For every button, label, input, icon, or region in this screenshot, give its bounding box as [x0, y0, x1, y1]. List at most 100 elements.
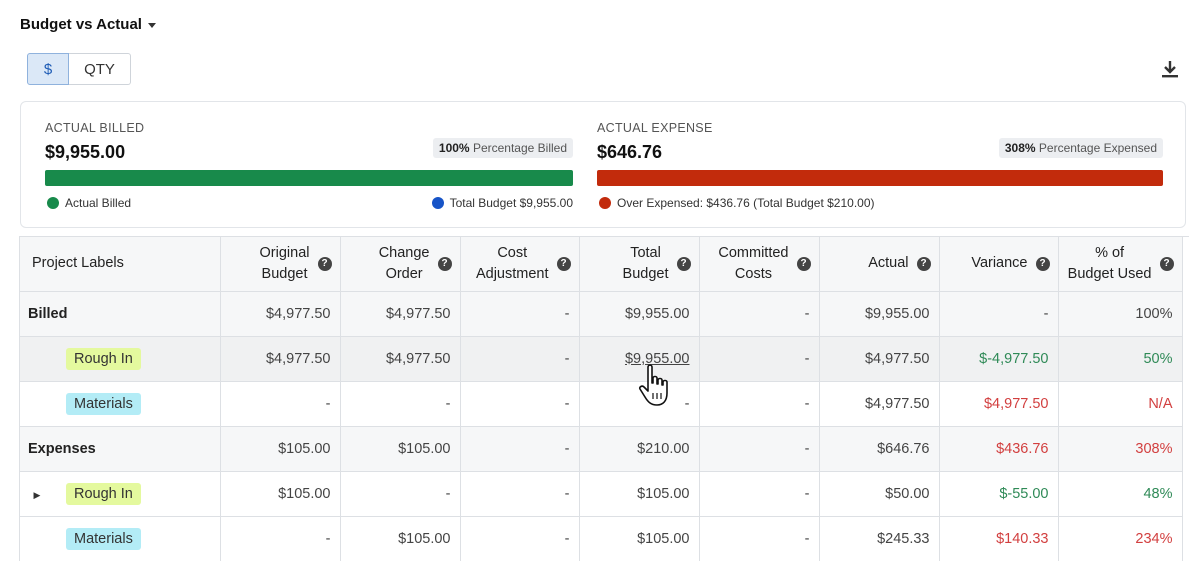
cell-value: $105.00: [637, 530, 690, 547]
table-cell: 234%: [1058, 516, 1183, 561]
cell-value: 234%: [1135, 530, 1173, 547]
billed-legend-actual: Actual Billed: [47, 196, 131, 210]
cell-value: 50%: [1143, 350, 1173, 367]
legend-dot: [47, 197, 59, 209]
column-header: Variance?: [939, 237, 1059, 292]
cell-value: -: [564, 305, 570, 322]
label-tag: Rough In: [66, 347, 141, 370]
budget-table-container[interactable]: Project Labels Original Budget? Change Order…: [19, 236, 1189, 561]
help-icon[interactable]: ?: [796, 256, 811, 271]
dollar-toggle-button[interactable]: $: [27, 53, 69, 85]
table-cell: -: [699, 381, 820, 427]
table-cell: $105.00: [340, 516, 461, 561]
table-cell: -: [939, 291, 1059, 337]
table-cell: -: [699, 426, 820, 472]
table-cell: -: [460, 381, 580, 427]
total-budget-link[interactable]: $9,955.00: [625, 351, 690, 367]
cell-value: $646.76: [877, 440, 930, 457]
table-cell: 308%: [1058, 426, 1183, 472]
table-cell: $210.00: [579, 426, 700, 472]
help-icon[interactable]: ?: [437, 256, 452, 271]
group-label: Billed: [28, 305, 68, 322]
expense-value: $646.76: [597, 142, 663, 162]
table-cell: -: [460, 291, 580, 337]
table-group-row[interactable]: Expenses $105.00 $105.00 - $210.00 - $646.76 $4…: [20, 426, 1183, 472]
help-icon[interactable]: ?: [1159, 256, 1174, 271]
expand-row-icon[interactable]: ▶: [20, 490, 56, 501]
cell-value: -: [325, 395, 331, 412]
table-cell: $-4,977.50: [939, 336, 1059, 382]
table-row[interactable]: ▶ Rough In $105.00 - - $105.00 - $50.00 $-55.00 4…: [20, 471, 1183, 517]
billed-label: ACTUAL BILLED: [45, 121, 145, 135]
table-cell: -: [699, 336, 820, 382]
help-icon[interactable]: ?: [1035, 256, 1050, 271]
qty-toggle-button[interactable]: QTY: [69, 53, 131, 85]
row-label-cell: Materials: [20, 516, 221, 561]
help-icon[interactable]: ?: [317, 256, 332, 271]
table-cell: -: [699, 291, 820, 337]
cell-value: $-4,977.50: [979, 350, 1049, 367]
help-icon[interactable]: ?: [916, 256, 931, 271]
table-cell: $436.76: [939, 426, 1059, 472]
table-cell: $9,955.00: [579, 291, 700, 337]
table-cell: -: [340, 471, 461, 517]
cell-value: N/A: [1148, 395, 1173, 412]
expense-progress-fill: [597, 170, 1163, 186]
view-selector-dropdown[interactable]: Budget vs Actual: [20, 16, 156, 33]
column-header: Original Budget?: [220, 237, 341, 292]
table-cell: $4,977.50: [340, 291, 461, 337]
cell-value: -: [325, 530, 331, 547]
cell-value: -: [804, 485, 810, 502]
help-icon[interactable]: ?: [556, 256, 571, 271]
table-cell: $4,977.50: [220, 336, 341, 382]
cell-value: $9,955.00: [864, 305, 930, 322]
column-header-label: % of Budget Used: [1067, 244, 1152, 282]
label-tag: Materials: [66, 392, 141, 415]
help-icon[interactable]: ?: [676, 256, 691, 271]
cell-value: $105.00: [398, 530, 451, 547]
cell-value: $105.00: [278, 485, 331, 502]
table-group-row[interactable]: Billed $4,977.50 $4,977.50 - $9,955.00 - $9,95…: [20, 291, 1183, 337]
cell-value: $-55.00: [999, 485, 1049, 502]
cell-value: $140.33: [996, 530, 1049, 547]
cell-value: -: [564, 440, 570, 457]
billed-progress-fill: [45, 170, 573, 186]
cell-value: $245.33: [877, 530, 930, 547]
label-tag: Rough In: [66, 482, 141, 505]
expense-percentage-badge: 308% Percentage Expensed: [998, 138, 1163, 158]
expense-legend-over: Over Expensed: $436.76 (Total Budget $21…: [599, 196, 875, 210]
row-label-cell: ▶ Rough In: [20, 471, 221, 517]
table-row[interactable]: Materials - - - - - $4,977.50 $4,977.50 N/A: [20, 381, 1183, 427]
table-cell: -: [220, 516, 341, 561]
table-cell: $50.00: [819, 471, 940, 517]
cell-value: -: [564, 485, 570, 502]
cell-value: $436.76: [996, 440, 1049, 457]
billed-percentage-badge: 100% Percentage Billed: [432, 138, 573, 158]
table-row[interactable]: Rough In $4,977.50 $4,977.50 - $9,955.00 - $4,…: [20, 336, 1183, 382]
summary-card: ACTUAL BILLED $9,955.00 100% Percentage …: [20, 101, 1186, 228]
table-cell: $646.76: [819, 426, 940, 472]
table-cell: $4,977.50: [939, 381, 1059, 427]
view-title: Budget vs Actual: [20, 16, 142, 33]
table-cell: $4,977.50: [340, 336, 461, 382]
table-row[interactable]: Materials - $105.00 - $105.00 - $245.33 $140.33…: [20, 516, 1183, 561]
cell-value: -: [1043, 305, 1049, 322]
label-tag: Materials: [66, 527, 141, 550]
table-cell: $9,955.00: [819, 291, 940, 337]
table-header-row: Project Labels Original Budget? Change Order…: [20, 237, 1183, 292]
download-icon[interactable]: [1160, 59, 1180, 79]
cell-value: $4,977.50: [983, 395, 1049, 412]
row-label-cell: Materials: [20, 381, 221, 427]
expense-progress-bar: [597, 170, 1163, 186]
cell-value: -: [804, 305, 810, 322]
column-header: Actual?: [819, 237, 940, 292]
cell-value: -: [804, 440, 810, 457]
row-label-cell: Rough In: [20, 336, 221, 382]
legend-label: Over Expensed: $436.76 (Total Budget $21…: [617, 196, 875, 210]
cell-value: -: [445, 485, 451, 502]
table-cell: $105.00: [579, 516, 700, 561]
column-header-label: Total Budget: [622, 244, 669, 282]
cell-value: -: [804, 350, 810, 367]
table-cell: -: [460, 516, 580, 561]
table-cell: $9,955.00: [579, 336, 700, 382]
